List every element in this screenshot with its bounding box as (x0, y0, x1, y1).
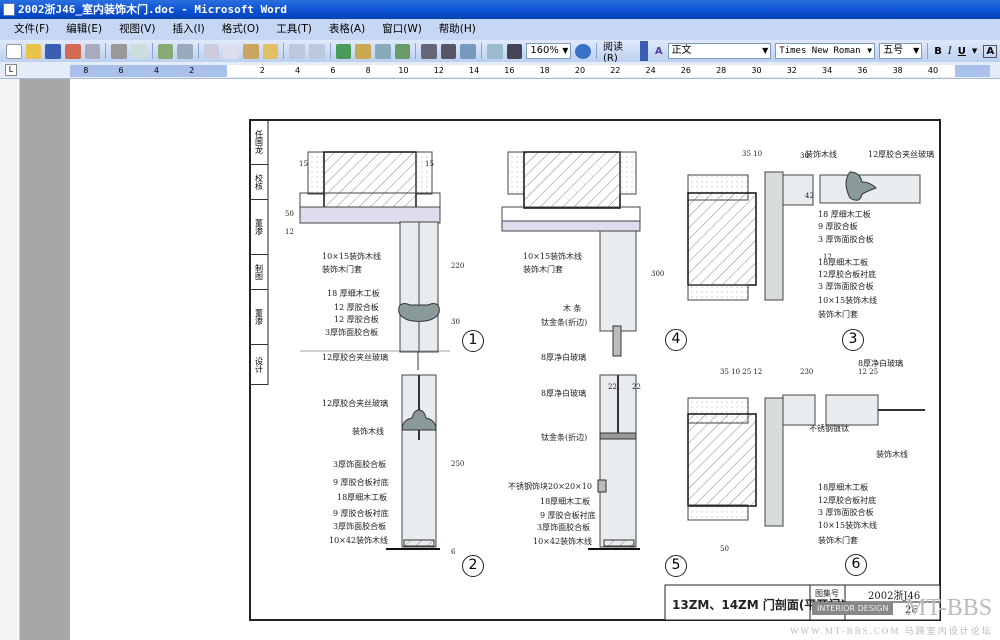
dimension-label: 12 25 (858, 368, 879, 376)
callout-label: 装饰木线 (805, 150, 837, 159)
callout-label: 18 厚细木工板 (327, 289, 380, 298)
dimension-label: 22 (608, 383, 617, 391)
construction-drawing: 任国龙 校核 董渗 制图 董渗 设计 10×15装饰木线 装饰木门套 18 厚细木工… (0, 0, 1000, 640)
detail-5-drawing (588, 374, 640, 550)
dimension-label: 230 (800, 368, 814, 376)
callout-label: 12 厚胶合板 (334, 315, 379, 324)
callout-label: 12厚胶合夹丝玻璃 (322, 399, 389, 408)
callout-label: 装饰木门套 (818, 310, 858, 319)
callout-label: 3厚饰面胶合板 (537, 523, 591, 532)
callout-label: 10×42装饰木线 (533, 537, 593, 546)
callout-label: 装饰木门套 (523, 265, 563, 274)
detail-marker-1: 1 (462, 330, 484, 352)
dimension-label: 12 (823, 253, 832, 261)
callout-label: 装饰木线 (352, 427, 384, 436)
dimension-label: 50 (285, 210, 294, 218)
callout-label: 不锈钢镀钛 (809, 424, 849, 433)
watermark-logo: MT-BBS (905, 595, 993, 621)
callout-label: 装饰木门套 (322, 265, 362, 274)
detail-marker-3: 3 (842, 329, 864, 351)
signature-reviewer: 任国龙 (250, 120, 268, 165)
dimension-label: 220 (451, 262, 465, 270)
dimension-label: 15 (425, 160, 434, 168)
callout-label: 12厚胶合板衬底 (818, 270, 877, 279)
watermark-badge: INTERIOR DESIGN (812, 602, 894, 615)
callout-label: 18 厚细木工板 (818, 210, 871, 219)
dimension-label: 35 10 (742, 150, 763, 158)
signature-checker: 董渗 (250, 200, 268, 255)
callout-label: 3 厚饰面胶合板 (818, 235, 874, 244)
callout-label: 12 厚胶合板 (334, 303, 379, 312)
callout-label: 10×42装饰木线 (329, 536, 389, 545)
dimension-label: 250 (451, 460, 465, 468)
callout-label: 3 厚饰面胶合板 (818, 282, 874, 291)
callout-label: 8厚净白玻璃 (541, 389, 587, 398)
label-check: 校核 (250, 165, 268, 200)
detail-3-drawing (687, 171, 921, 301)
callout-label: 9 厚胶合板衬底 (333, 478, 389, 487)
callout-label: 3 厚饰面胶合板 (818, 508, 874, 517)
dimension-label: 6 (451, 548, 456, 556)
dimension-label: 50 (720, 545, 729, 553)
callout-label: 10×15装饰木线 (818, 296, 878, 305)
detail-marker-6: 6 (845, 554, 867, 576)
callout-label: 8厚净白玻璃 (541, 353, 587, 362)
callout-label: 18厚细木工板 (540, 497, 591, 506)
detail-marker-4: 4 (665, 329, 687, 351)
watermark-url: WWW.MT-BBS.COM 马蹄室内设计论坛 (790, 626, 993, 636)
dimension-label: 35 10 25 12 (720, 368, 763, 376)
callout-label: 3厚饰面胶合板 (333, 522, 387, 531)
callout-label: 10×15装饰木线 (523, 252, 583, 261)
callout-label: 3厚饰面胶合板 (325, 328, 379, 337)
dimension-label: 15 (299, 160, 308, 168)
detail-6-drawing (687, 394, 925, 527)
callout-label: 装饰木线 (876, 450, 908, 459)
detail-marker-2: 2 (462, 555, 484, 577)
callout-label: 18厚细木工板 (818, 483, 869, 492)
callout-label: 9 厚胶合板衬底 (540, 511, 596, 520)
dimension-label: 12 (285, 228, 294, 236)
callout-label: 钛金条(折边) (541, 318, 588, 327)
dimension-label: 300 (651, 270, 665, 278)
callout-label: 9 厚胶合板 (818, 222, 858, 231)
callout-label: 不锈钢饰块20×20×10 (508, 482, 592, 491)
detail-2-drawing (386, 374, 440, 550)
callout-label: 18厚细木工板 (337, 493, 388, 502)
label-design: 设计 (250, 345, 268, 385)
dimension-label: 42 (805, 192, 814, 200)
dimension-label: 30 (800, 152, 809, 160)
callout-label: 12厚胶合夹丝玻璃 (868, 150, 935, 159)
label-draw: 制图 (250, 255, 268, 290)
atlas-label: 图集号 (815, 589, 839, 598)
detail-marker-5: 5 (665, 555, 687, 577)
dimension-label: 22 (632, 383, 641, 391)
callout-label: 钛金条(折边) (541, 433, 588, 442)
callout-label: 10×15装饰木线 (818, 521, 878, 530)
signature-drafter: 董渗 (250, 290, 268, 345)
callout-label: 3厚饰面胶合板 (333, 460, 387, 469)
callout-label: 10×15装饰木线 (322, 252, 382, 261)
dimension-label: 30 (451, 318, 460, 326)
callout-label: 木 条 (563, 304, 582, 313)
callout-label: 12厚胶合夹丝玻璃 (322, 353, 389, 362)
callout-label: 12厚胶合板衬底 (818, 496, 877, 505)
callout-label: 装饰木门套 (818, 536, 858, 545)
callout-label: 9 厚胶合板衬底 (333, 509, 389, 518)
